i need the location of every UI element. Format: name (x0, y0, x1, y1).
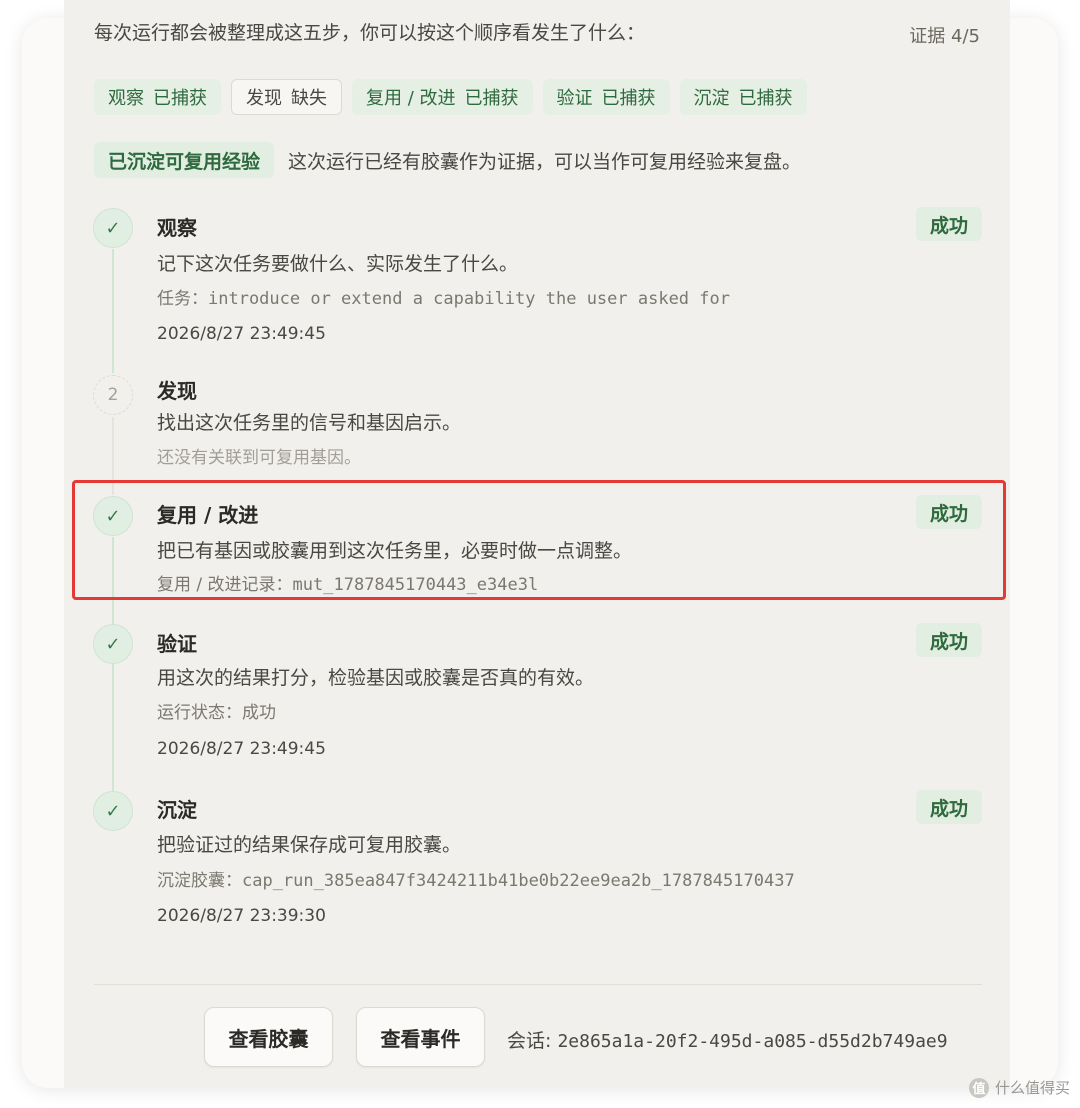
steps-intro-text: 每次运行都会被整理成这五步，你可以按这个顺序看发生了什么： (94, 22, 646, 44)
evidence-count: 证据 4/5 (909, 26, 980, 47)
chip-label: 沉淀 (693, 88, 730, 109)
step-check-icon: ✓ (93, 208, 133, 248)
session-label: 会话: (507, 1030, 558, 1052)
status-badge: 成功 (915, 790, 982, 824)
detail-label: 沉淀胶囊： (157, 871, 242, 891)
chip-status: 缺失 (291, 88, 327, 109)
timeline-connector (112, 249, 114, 373)
chip-discover: 发现 缺失 (231, 79, 342, 115)
view-capsule-button[interactable]: 查看胶囊 (204, 1007, 333, 1067)
summary-text: 这次运行已经有胶囊作为证据，可以当作可复用经验来复盘。 (288, 150, 802, 173)
divider (94, 984, 982, 985)
highlight-box (72, 480, 1006, 600)
timeline-connector (112, 664, 114, 791)
chip-label: 验证 (556, 88, 593, 109)
step-status-chips: 观察 已捕获 发现 缺失 复用 / 改进 已捕获 验证 已捕获 沉淀 已捕获 (94, 79, 807, 115)
chip-settle: 沉淀 已捕获 (679, 79, 807, 115)
step-description: 记下这次任务要做什么、实际发生了什么。 (157, 253, 519, 275)
detail-label: 任务： (157, 289, 208, 309)
chip-status: 已捕获 (464, 88, 519, 109)
chip-observe: 观察 已捕获 (94, 79, 221, 115)
step-timestamp: 2026/8/27 23:49:45 (157, 739, 326, 759)
step-detail: 沉淀胶囊：cap_run_385ea847f3424211b41be0b22ee… (157, 866, 795, 891)
status-badge: 成功 (915, 207, 982, 241)
step-description: 把验证过的结果保存成可复用胶囊。 (157, 834, 462, 856)
step-detail: 任务：introduce or extend a capability the … (157, 284, 730, 309)
step-detail: 运行状态：成功 (157, 703, 276, 723)
step-title-discover: 发现 (157, 379, 197, 403)
step-description: 用这次的结果打分，检验基因或胶囊是否真的有效。 (157, 667, 595, 689)
step-timestamp: 2026/8/27 23:49:45 (157, 324, 326, 344)
step-title-verify: 验证 (157, 632, 197, 656)
watermark: 值 什么值得买 (968, 1077, 1070, 1098)
step-number-marker: 2 (93, 375, 133, 415)
session-id: 2e865a1a-20f2-495d-a085-d55d2b749ae9 (557, 1031, 948, 1052)
chip-label: 复用 / 改进 (366, 88, 456, 109)
watermark-logo-icon: 值 (968, 1077, 989, 1098)
status-badge: 成功 (915, 623, 982, 657)
chip-reuse: 复用 / 改进 已捕获 (352, 79, 533, 115)
capsule-id: cap_run_385ea847f3424211b41be0b22ee9ea2b… (242, 871, 795, 891)
step-detail: 还没有关联到可复用基因。 (157, 448, 361, 468)
session-info: 会话: 2e865a1a-20f2-495d-a085-d55d2b749ae9 (507, 1026, 948, 1053)
chip-status: 已捕获 (738, 88, 793, 109)
chip-label: 观察 (108, 88, 144, 109)
step-title-observe: 观察 (157, 216, 197, 240)
chip-status: 已捕获 (153, 88, 207, 109)
chip-label: 发现 (246, 88, 282, 109)
summary-row: 已沉淀可复用经验 这次运行已经有胶囊作为证据，可以当作可复用经验来复盘。 (94, 142, 801, 178)
step-check-icon: ✓ (93, 624, 133, 664)
step-check-icon: ✓ (93, 791, 133, 831)
reusable-experience-badge: 已沉淀可复用经验 (94, 142, 275, 178)
chip-verify: 验证 已捕获 (542, 79, 670, 115)
step-description: 找出这次任务里的信号和基因启示。 (157, 412, 462, 434)
task-value: introduce or extend a capability the use… (208, 289, 730, 309)
watermark-text: 什么值得买 (994, 1079, 1070, 1097)
step-title-settle: 沉淀 (157, 798, 197, 822)
view-events-button[interactable]: 查看事件 (356, 1007, 485, 1067)
chip-status: 已捕获 (601, 88, 656, 109)
step-timestamp: 2026/8/27 23:39:30 (157, 906, 326, 926)
